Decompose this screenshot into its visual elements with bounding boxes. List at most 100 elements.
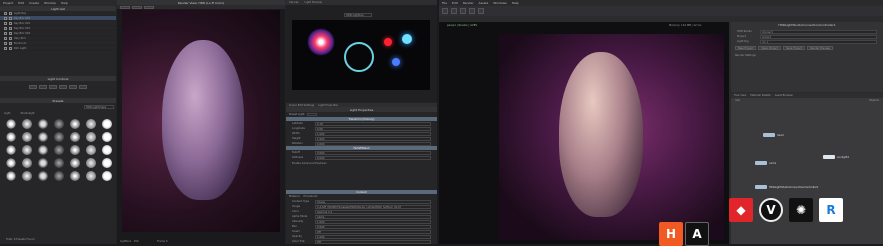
network-path[interactable]: /obj [735, 99, 740, 102]
menu-help-r[interactable]: Help [512, 1, 519, 5]
preset-thumbnail[interactable] [102, 158, 112, 168]
transform-param-value[interactable]: 0.78 [315, 121, 431, 126]
content-param-value[interactable]: Alpha [315, 214, 431, 219]
canvas-blue-light[interactable] [402, 34, 412, 44]
light-control-button-5[interactable] [69, 85, 77, 89]
preset-thumbnail[interactable] [86, 119, 96, 129]
transform-param-value[interactable]: 0.000 [315, 141, 431, 146]
transform-param-value[interactable]: 1.000 [315, 131, 431, 136]
hdr-param-value[interactable]: Connect [760, 29, 877, 34]
menu-create[interactable]: Create [29, 1, 39, 5]
preset-thumbnail[interactable] [86, 171, 96, 181]
shelf-tool-5[interactable] [478, 8, 484, 14]
light-control-button-4[interactable] [59, 85, 67, 89]
canvas-circle-light[interactable] [344, 42, 374, 72]
tab-material-palette[interactable]: Material Palette [750, 94, 770, 97]
menu-render[interactable]: Render [463, 1, 474, 5]
light-visible-checkbox[interactable] [4, 26, 7, 30]
preset-thumbnail[interactable] [38, 171, 48, 181]
preset-thumbnail[interactable] [6, 132, 16, 142]
tab-procedural[interactable]: Procedural [304, 195, 318, 198]
advanced-features-checkbox[interactable]: Enable Advanced Features [292, 162, 326, 165]
light-visible-checkbox[interactable] [4, 31, 7, 35]
preset-thumbnail[interactable] [54, 145, 64, 155]
preset-thumbnail[interactable] [6, 145, 16, 155]
preset-thumbnail[interactable] [54, 119, 64, 129]
render-toolbar-btn-3[interactable] [144, 5, 154, 9]
falloff-param-value[interactable]: 0.000 [315, 150, 431, 155]
node-head[interactable]: head [763, 133, 783, 137]
preset-thumbnail[interactable] [6, 171, 16, 181]
new-project-button[interactable]: New Project [735, 46, 757, 50]
light-visible-checkbox[interactable] [4, 21, 7, 25]
light-list-item[interactable]: Rim Light [0, 46, 116, 51]
transform-param-value[interactable]: 1.000 [315, 136, 431, 141]
preset-thumbnail[interactable] [22, 145, 32, 155]
preset-thumbnail[interactable] [54, 171, 64, 181]
preset-light-field[interactable] [307, 113, 318, 116]
light-solo-checkbox[interactable] [9, 21, 12, 25]
preset-thumbnail[interactable] [22, 119, 32, 129]
content-param-value[interactable]: Image [315, 199, 431, 204]
save-project-button[interactable]: Save Project [783, 46, 806, 50]
content-param-value[interactable]: 1.000 [315, 219, 431, 224]
light-visible-checkbox[interactable] [4, 16, 7, 20]
preset-thumbnail[interactable] [70, 119, 80, 129]
preset-thumbnail[interactable] [70, 171, 80, 181]
preset-thumbnail[interactable] [22, 171, 32, 181]
preset-thumbnail[interactable] [70, 145, 80, 155]
light-solo-checkbox[interactable] [9, 16, 12, 20]
shelf-tool-2[interactable] [451, 8, 457, 14]
preset-thumbnail[interactable] [102, 145, 112, 155]
preset-thumbnail[interactable] [22, 132, 32, 142]
canvas-dropdown[interactable]: HDR Lightbox [344, 13, 372, 17]
tab-asset-browser[interactable]: Asset Browser [775, 94, 793, 97]
preset-thumbnail[interactable] [38, 132, 48, 142]
render-toolbar-btn-2[interactable] [132, 5, 142, 9]
open-project-button[interactable]: Open Project [758, 46, 781, 50]
preset-thumbnail[interactable] [86, 158, 96, 168]
canvas-bottom-light[interactable] [392, 58, 400, 66]
light-visible-checkbox[interactable] [4, 41, 7, 45]
render-toolbar-btn-1[interactable] [120, 5, 130, 9]
light-solo-checkbox[interactable] [9, 11, 12, 15]
content-param-value[interactable]: 0.000 [315, 224, 431, 229]
shelf-tool-1[interactable] [442, 8, 448, 14]
light-solo-checkbox[interactable] [9, 26, 12, 30]
hdr-canvas[interactable] [292, 20, 430, 90]
preset-thumbnail[interactable] [38, 158, 48, 168]
preset-thumbnail[interactable] [102, 119, 112, 129]
menu-project[interactable]: Project [3, 1, 13, 5]
light-solo-checkbox[interactable] [9, 31, 12, 35]
preset-thumbnail[interactable] [86, 145, 96, 155]
content-param-value[interactable]: Gamma 2.2 [315, 209, 431, 214]
light-visible-checkbox[interactable] [4, 11, 7, 15]
content-param-value[interactable]: Off [315, 239, 431, 244]
transform-param-value[interactable]: 0.06 [315, 126, 431, 131]
tab-canvas[interactable]: Canvas [289, 1, 299, 4]
preset-thumbnail[interactable] [86, 132, 96, 142]
content-param-value[interactable]: C:/LIVE_PROJECTS/assets/HDR/Studio_Light… [315, 204, 431, 209]
preset-thumbnail[interactable] [70, 132, 80, 142]
preset-thumbnail[interactable] [54, 132, 64, 142]
menu-edit[interactable]: Edit [18, 1, 24, 5]
tab-scene-edit[interactable]: Scene Edit Settings [289, 104, 314, 107]
menu-assets[interactable]: Assets [479, 1, 489, 5]
preset-thumbnail[interactable] [22, 158, 32, 168]
menu-window[interactable]: Window [44, 1, 56, 5]
light-solo-checkbox[interactable] [9, 46, 12, 50]
tab-light-props[interactable]: Light Props Bar [318, 104, 338, 107]
light-control-button-6[interactable] [79, 85, 87, 89]
canvas-red-light[interactable] [384, 38, 392, 46]
tab-tree-view[interactable]: Tree View [734, 94, 746, 97]
light-visible-checkbox[interactable] [4, 36, 7, 40]
menu-windows[interactable]: Windows [493, 1, 506, 5]
light-control-button-1[interactable] [29, 85, 37, 89]
node-hdr-controller[interactable]: HDRLightStudioConnectionController1 [755, 185, 819, 189]
hdr-param-value[interactable]: rig_1 [760, 39, 877, 44]
scene-viewport[interactable]: persp1 | Render | ACES Memory: 124 MB | … [439, 22, 729, 246]
preset-thumbnail[interactable] [6, 158, 16, 168]
node-envlight1[interactable]: envlight1 [823, 155, 849, 159]
content-param-value[interactable]: Off [315, 229, 431, 234]
node-cam1[interactable]: cam1 [755, 161, 776, 165]
